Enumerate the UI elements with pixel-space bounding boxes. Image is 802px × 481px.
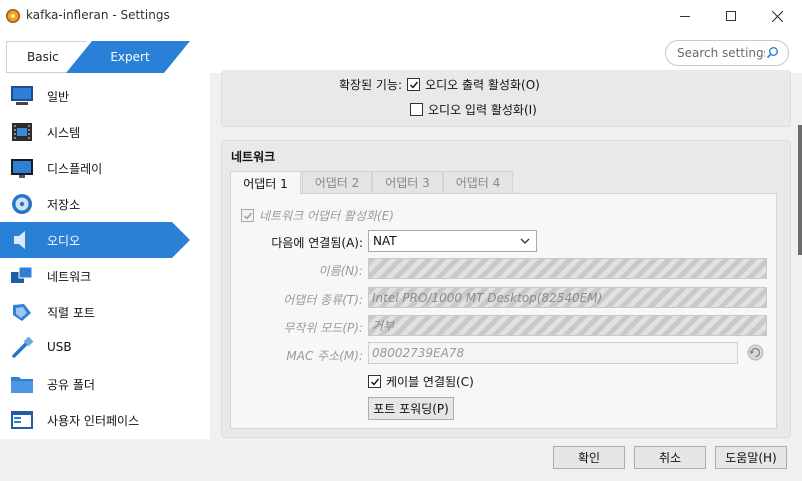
virtualbox-app-icon: [6, 9, 20, 23]
tab-adapter-3[interactable]: 어댑터 3: [372, 171, 443, 194]
adapter-type-field: Intel PRO/1000 MT Desktop(82540EM): [368, 287, 767, 308]
search-input[interactable]: [677, 46, 765, 60]
adapter-tab-page: [230, 193, 777, 429]
sidebar: 일반 시스템 디스플레이 저장소 오디오 네트워크 직렬 포트 USB 공유 폴…: [0, 78, 200, 438]
sidebar-item-display[interactable]: 디스플레이: [0, 150, 190, 186]
sidebar-item-label: 오디오: [47, 234, 81, 248]
sidebar-item-usb[interactable]: USB: [0, 330, 190, 366]
tab-adapter-4[interactable]: 어댑터 4: [443, 171, 513, 194]
audio-input-label: 오디오 입력 활성화(I): [428, 103, 537, 117]
ok-button[interactable]: 확인: [553, 446, 625, 469]
mac-address-field: 08002739EA78: [368, 342, 738, 364]
sidebar-item-label: 네트워크: [47, 270, 92, 284]
audio-output-row: 확장된 기능: 오디오 출력 활성화(O): [339, 76, 540, 93]
audio-output-checkbox[interactable]: [407, 78, 421, 91]
tab-adapter-2[interactable]: 어댑터 2: [302, 171, 372, 194]
promiscuous-mode-label: 무작위 모드(P):: [283, 321, 363, 335]
sidebar-item-audio[interactable]: 오디오: [0, 222, 190, 258]
promiscuous-mode-field: 거부: [368, 315, 767, 336]
sidebar-item-label: 직렬 포트: [47, 306, 95, 320]
sidebar-item-storage[interactable]: 저장소: [0, 186, 190, 222]
name-field: [368, 258, 767, 279]
usb-icon: [12, 337, 34, 358]
sidebar-item-network[interactable]: 네트워크: [0, 258, 190, 294]
minimize-icon: [680, 15, 690, 17]
audio-input-checkbox[interactable]: [410, 103, 423, 116]
sidebar-item-system[interactable]: 시스템: [0, 114, 190, 150]
search-icon[interactable]: [766, 46, 779, 59]
mode-tabs: Basic Expert: [0, 41, 200, 73]
search-box[interactable]: [665, 40, 789, 66]
serial-port-icon: [13, 304, 31, 321]
background-window-edge: [798, 125, 802, 255]
cable-connected-row: 케이블 연결됨(C): [368, 373, 474, 390]
enable-adapter-row: 네트워크 어댑터 활성화(E): [241, 207, 394, 224]
name-label: 이름(N):: [318, 264, 363, 278]
network-icon: [11, 266, 33, 283]
chevron-down-icon: [520, 238, 530, 244]
cable-connected-label: 케이블 연결됨(C): [386, 375, 474, 389]
sidebar-item-label: 공유 폴더: [47, 378, 95, 392]
help-button[interactable]: 도움말(H): [715, 446, 787, 469]
sidebar-item-general[interactable]: 일반: [0, 78, 190, 114]
sidebar-item-label: USB: [47, 340, 72, 354]
sidebar-item-label: 일반: [47, 90, 70, 104]
tab-adapter-1[interactable]: 어댑터 1: [230, 171, 301, 195]
sidebar-item-label: 디스플레이: [47, 162, 103, 176]
cancel-button[interactable]: 취소: [634, 446, 706, 469]
checkmark-icon: [370, 378, 379, 386]
title-bar: kafka-infleran - Settings: [0, 0, 802, 32]
general-icon: [11, 86, 33, 105]
extended-features-label: 확장된 기능:: [339, 78, 403, 92]
cable-connected-checkbox[interactable]: [368, 375, 381, 388]
port-forwarding-button[interactable]: 포트 포워딩(P): [368, 397, 454, 420]
enable-adapter-label: 네트워크 어댑터 활성화(E): [259, 209, 394, 223]
minimize-button[interactable]: [662, 0, 708, 32]
shared-folder-icon: [11, 377, 33, 393]
mac-address-label: MAC 주소(M):: [286, 349, 363, 363]
window-title: kafka-infleran - Settings: [26, 8, 170, 22]
attached-to-label: 다음에 연결됨(A):: [271, 236, 363, 250]
sidebar-item-label: 저장소: [47, 198, 81, 212]
close-icon: [771, 10, 783, 22]
sidebar-item-serial-port[interactable]: 직렬 포트: [0, 294, 190, 330]
audio-output-label: 오디오 출력 활성화(O): [425, 78, 540, 92]
maximize-button[interactable]: [708, 0, 754, 32]
sidebar-item-user-interface[interactable]: 사용자 인터페이스: [0, 402, 190, 438]
sidebar-item-label: 사용자 인터페이스: [47, 414, 140, 428]
system-icon: [12, 123, 32, 141]
checkmark-icon: [409, 81, 418, 89]
enable-adapter-checkbox[interactable]: [241, 209, 254, 222]
attached-to-select[interactable]: NAT: [368, 230, 537, 252]
maximize-icon: [726, 11, 736, 21]
refresh-mac-icon: [747, 344, 764, 361]
network-group-title: 네트워크: [231, 150, 276, 164]
audio-input-row: 오디오 입력 활성화(I): [410, 101, 537, 118]
close-button[interactable]: [754, 0, 800, 32]
checkmark-icon: [243, 212, 252, 220]
display-icon: [11, 159, 33, 178]
attached-to-value: NAT: [373, 234, 397, 248]
sidebar-item-label: 시스템: [47, 126, 81, 140]
sidebar-item-shared-folder[interactable]: 공유 폴더: [0, 366, 190, 402]
user-interface-icon: [11, 411, 33, 429]
adapter-type-label: 어댑터 종류(T):: [283, 293, 363, 307]
storage-icon: [12, 194, 32, 214]
audio-icon: [14, 231, 25, 249]
